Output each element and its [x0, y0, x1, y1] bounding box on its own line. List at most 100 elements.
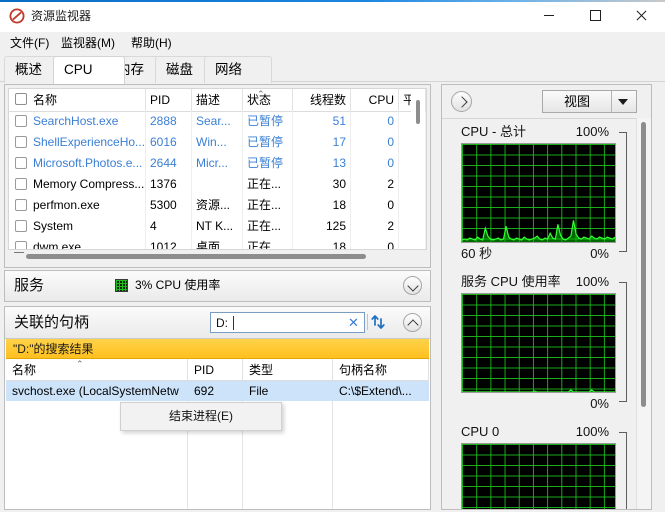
process-cell-线程数: 17: [293, 132, 351, 153]
close-button[interactable]: [618, 0, 664, 31]
handles-collapse-button[interactable]: [403, 313, 422, 332]
process-cell-名称: SearchHost.exe: [9, 111, 146, 132]
process-cell-描述: [192, 174, 243, 195]
process-cell-PID: 6016: [146, 132, 192, 153]
process-cell-描述: 资源...: [192, 195, 243, 216]
process-cell-线程数: 13: [293, 153, 351, 174]
expand-graph-pane-button[interactable]: [451, 91, 472, 112]
process-row[interactable]: perfmon.exe 5300 资源... 正在... 18 0: [9, 195, 426, 216]
process-cell-状态: 已暂停: [243, 153, 293, 174]
scrollbar-thumb[interactable]: [26, 254, 366, 259]
sort-ascending-icon: ⌃: [76, 359, 84, 369]
process-vertical-scrollbar[interactable]: [411, 90, 425, 248]
process-cell-线程数: 18: [293, 195, 351, 216]
tab-bar: 概述 CPU 内存 磁盘 网络: [0, 54, 665, 84]
handle-column-header-3[interactable]: 句柄名称: [333, 359, 429, 381]
process-row[interactable]: ShellExperienceHo... 6016 Win... 已暂停 17 0: [9, 132, 426, 153]
minimize-button[interactable]: [526, 0, 572, 31]
process-cell-PID: 2888: [146, 111, 192, 132]
maximize-button[interactable]: [572, 0, 618, 31]
process-cell-描述: Sear...: [192, 111, 243, 132]
view-button-label: 视图: [563, 94, 590, 109]
services-cpu-usage-label: 3% CPU 使用率: [135, 278, 221, 292]
graph-scale-bracket: [619, 432, 627, 509]
tab-cpu[interactable]: CPU: [53, 56, 125, 84]
process-column-header-3[interactable]: 状态 ⌃: [243, 89, 293, 111]
menu-item-2[interactable]: 帮助(H): [127, 35, 176, 52]
process-column-header-4[interactable]: 线程数: [293, 89, 351, 111]
process-row[interactable]: Microsoft.Photos.e... 2644 Micr... 已暂停 13 0: [9, 153, 426, 174]
process-cell-描述: 桌面...: [192, 237, 243, 249]
handles-title: 关联的句柄: [14, 314, 90, 331]
process-horizontal-scrollbar[interactable]: [9, 250, 424, 263]
process-column-header-2[interactable]: 描述: [192, 89, 243, 111]
process-cell-线程数: 18: [293, 237, 351, 249]
handle-column-header-1[interactable]: PID: [188, 359, 243, 381]
tab-网络[interactable]: 网络: [204, 56, 272, 83]
process-cell-CPU: 2: [351, 174, 399, 195]
handle-column-header-0[interactable]: 名称 ⌃: [6, 359, 188, 381]
services-collapse-button[interactable]: [403, 276, 422, 295]
process-cell-名称: System: [9, 216, 146, 237]
context-menu: 结束进程(E): [120, 402, 282, 431]
handle-cell-名称: svchost.exe (LocalSystemNetw: [12, 384, 179, 398]
search-results-text: "D:"的搜索结果: [13, 342, 94, 356]
process-row[interactable]: Memory Compress... 1376 正在... 30 2: [9, 174, 426, 195]
graph-plot-area: [461, 443, 616, 509]
process-cell-CPU: 0: [351, 153, 399, 174]
services-section-header[interactable]: 服务 3% CPU 使用率: [4, 270, 431, 302]
handles-section-header: 关联的句柄 D: ✕: [5, 307, 430, 339]
process-cell-状态: 已暂停: [243, 111, 293, 132]
process-list-panel: 名称 PID 描述 状态 ⌃ 线程数 CPU 平 SearchHost.exe 2888 Sear…: [4, 84, 431, 268]
graph-block-1: 服务 CPU 使用率 100% 0%: [442, 274, 635, 412]
graph-caption: CPU - 总计: [461, 124, 527, 139]
maximize-icon: [589, 10, 601, 21]
process-cell-线程数: 30: [293, 174, 351, 195]
context-menu-item-end-process[interactable]: 结束进程(E): [121, 403, 281, 430]
handle-column-header-2[interactable]: 类型: [243, 359, 333, 381]
process-cell-CPU: 0: [351, 195, 399, 216]
minimize-icon: [544, 15, 554, 16]
handle-search-input[interactable]: D: ✕: [210, 312, 365, 333]
clear-x-icon[interactable]: ✕: [347, 315, 360, 330]
menu-item-1[interactable]: 监视器(M): [57, 35, 119, 52]
process-row[interactable]: System 4 NT K... 正在... 125 2: [9, 216, 426, 237]
handle-search-value: D:: [216, 316, 228, 330]
scrollbar-thumb[interactable]: [641, 122, 646, 407]
graph-plot-area: [461, 143, 616, 243]
handle-cell-类型: File: [249, 384, 269, 398]
mini-cpu-graph-icon: [115, 279, 128, 292]
graph-pane-scrollbar[interactable]: [636, 118, 651, 509]
process-cell-名称: Microsoft.Photos.e...: [9, 153, 146, 174]
process-row[interactable]: SearchHost.exe 2888 Sear... 已暂停 51 0: [9, 111, 426, 132]
graph-plot-area: [461, 293, 616, 393]
scrollbar-thumb[interactable]: [416, 100, 420, 124]
process-cell-CPU: 0: [351, 132, 399, 153]
process-cell-CPU: 2: [351, 216, 399, 237]
process-cell-状态: 正在...: [243, 174, 293, 195]
menu-item-0[interactable]: 文件(F): [6, 35, 53, 52]
process-cell-状态: 已暂停: [243, 132, 293, 153]
process-column-header-0[interactable]: 名称: [9, 89, 146, 111]
graph-block-0: CPU - 总计 100% 0% 60 秒: [442, 124, 635, 262]
dropdown-divider: [611, 91, 612, 112]
handles-table-header: 名称 ⌃ PID 类型 句柄名称: [6, 359, 429, 381]
process-column-header-1[interactable]: PID: [146, 89, 192, 111]
view-dropdown-button[interactable]: 视图: [542, 90, 637, 113]
process-cell-描述: Micr...: [192, 153, 243, 174]
process-cell-PID: 4: [146, 216, 192, 237]
process-column-header-5[interactable]: CPU: [351, 89, 399, 111]
process-cell-名称: Memory Compress...: [9, 174, 146, 195]
handle-row[interactable]: svchost.exe (LocalSystemNetw 692 File C:\$E…: [6, 381, 429, 401]
refresh-arrows-icon[interactable]: [370, 313, 388, 331]
graph-caption: CPU 0: [461, 424, 500, 439]
column-divider: [332, 401, 333, 509]
title-bar: 资源监视器: [0, 0, 665, 32]
graph-min-label: 0%: [590, 246, 609, 261]
process-cell-状态: 正在...: [243, 216, 293, 237]
scroll-corner: [14, 252, 24, 253]
process-row[interactable]: dwm.exe 1012 桌面... 正在... 18 0: [9, 237, 426, 249]
graph-min-label: 0%: [590, 396, 609, 411]
graph-block-2: CPU 0 100%: [442, 424, 635, 509]
process-cell-PID: 2644: [146, 153, 192, 174]
